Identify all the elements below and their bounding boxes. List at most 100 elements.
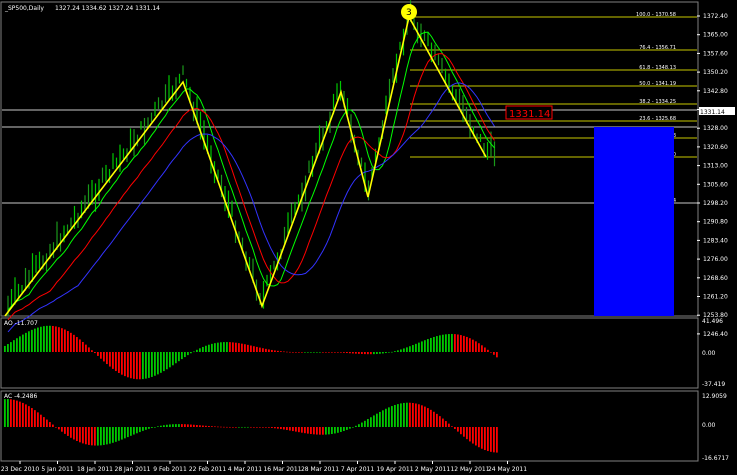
ac-bar — [187, 424, 189, 427]
ao-bar — [145, 352, 147, 379]
ao-bar — [181, 352, 183, 360]
ac-bar — [79, 427, 81, 443]
ac-bar — [295, 427, 297, 432]
ac-panel[interactable] — [0, 390, 699, 462]
ac-bar — [220, 426, 222, 428]
ao-bar — [112, 352, 114, 369]
ac-bar — [298, 427, 300, 433]
ac-bar — [361, 422, 363, 427]
trading-chart[interactable]: _SP500,Daily 1327.24 1334.62 1327.24 133… — [0, 0, 737, 475]
ao-bar — [157, 352, 159, 375]
ao-bar — [106, 352, 108, 365]
fib-level-label: 61.8 - 1348.13 — [639, 65, 676, 71]
target-zone-box — [594, 127, 674, 316]
ac-bar — [34, 410, 36, 427]
ao-bar — [55, 326, 57, 352]
ac-scale-zero: 0.00 — [702, 422, 716, 429]
ao-bar — [115, 352, 117, 372]
ao-bar — [409, 346, 411, 352]
ac-bar — [163, 425, 165, 427]
ac-scale-top: 12.9059 — [702, 393, 727, 400]
current-price-label: 1331.14 — [509, 109, 550, 120]
ac-bar — [364, 420, 366, 427]
ac-bar — [226, 426, 228, 428]
ao-bar — [385, 352, 387, 354]
ac-bar — [247, 426, 249, 428]
ao-bar — [31, 329, 33, 352]
ac-bar — [88, 427, 90, 445]
ao-bar — [109, 352, 111, 367]
ao-bar — [475, 341, 477, 352]
ac-bar — [19, 401, 21, 427]
ac-bar — [424, 406, 426, 427]
ao-bar — [139, 352, 141, 380]
ac-bar — [217, 426, 219, 428]
ac-bar — [448, 423, 450, 427]
date-label: 22 Feb 2011 — [189, 466, 227, 473]
ac-bar — [142, 427, 144, 431]
ac-bar — [154, 427, 156, 428]
ao-bar — [16, 338, 18, 352]
price-scale: 1372.401365.001357.601350.201342.801335.… — [697, 13, 728, 338]
ac-bar — [46, 419, 48, 427]
ao-bar — [103, 352, 105, 362]
ao-bar — [238, 343, 240, 352]
ac-bar — [337, 427, 339, 433]
ac-bar — [349, 427, 351, 429]
ac-bar — [94, 427, 96, 446]
ao-bar — [25, 332, 27, 352]
ac-bar — [151, 427, 153, 428]
ao-bar — [217, 342, 219, 352]
date-label: 16 Mar 2011 — [263, 466, 301, 473]
chart-header-ohlc: 1327.24 1334.62 1327.24 1331.14 — [55, 5, 160, 12]
ac-bar — [442, 418, 444, 427]
ao-bar — [373, 352, 375, 355]
price-panel[interactable] — [0, 1, 699, 317]
ao-bar — [79, 339, 81, 352]
ac-bar — [352, 427, 354, 428]
ao-bar — [4, 345, 6, 352]
ao-bar — [235, 342, 237, 352]
ac-bar — [121, 427, 123, 440]
ac-bar — [73, 427, 75, 440]
ac-bar — [40, 414, 42, 427]
ao-bar — [97, 352, 99, 356]
ac-bar — [43, 417, 45, 427]
ac-bar — [109, 427, 111, 444]
ac-bar — [289, 427, 291, 431]
ao-bar — [418, 342, 420, 352]
ac-bar — [466, 427, 468, 440]
ao-bar — [130, 352, 132, 379]
ac-bar — [13, 399, 15, 427]
ao-bar — [154, 352, 156, 376]
date-label: 28 Jan 2011 — [115, 466, 151, 473]
ao-bar — [184, 352, 186, 358]
ac-bar — [457, 427, 459, 432]
ac-bar — [106, 427, 108, 445]
ac-bar — [181, 424, 183, 427]
ao-bar — [82, 341, 84, 352]
ac-bar — [325, 427, 327, 435]
ac-bar — [445, 421, 447, 427]
ac-bar — [136, 427, 138, 434]
ao-bar — [280, 351, 282, 352]
ao-bar — [490, 352, 492, 353]
ac-bar — [406, 402, 408, 427]
ao-bar — [364, 352, 366, 355]
ac-bar — [373, 415, 375, 427]
ao-bar — [19, 336, 21, 352]
ac-bar — [103, 427, 105, 445]
ac-bar — [262, 427, 264, 428]
chart-header-symbol: _SP500,Daily — [4, 5, 44, 12]
fib-level-label: 50.0 - 1341.19 — [639, 81, 676, 87]
price-scale-label: 1313.00 — [703, 163, 728, 170]
ao-bar — [427, 339, 429, 352]
ao-bar — [352, 352, 354, 354]
ao-bar — [196, 349, 198, 352]
ac-bar — [148, 427, 150, 429]
date-label: 19 Apr 2011 — [376, 466, 413, 473]
ac-bar — [472, 427, 474, 444]
ac-bar — [199, 425, 201, 427]
ao-bar — [397, 350, 399, 352]
ao-bar — [67, 331, 69, 352]
